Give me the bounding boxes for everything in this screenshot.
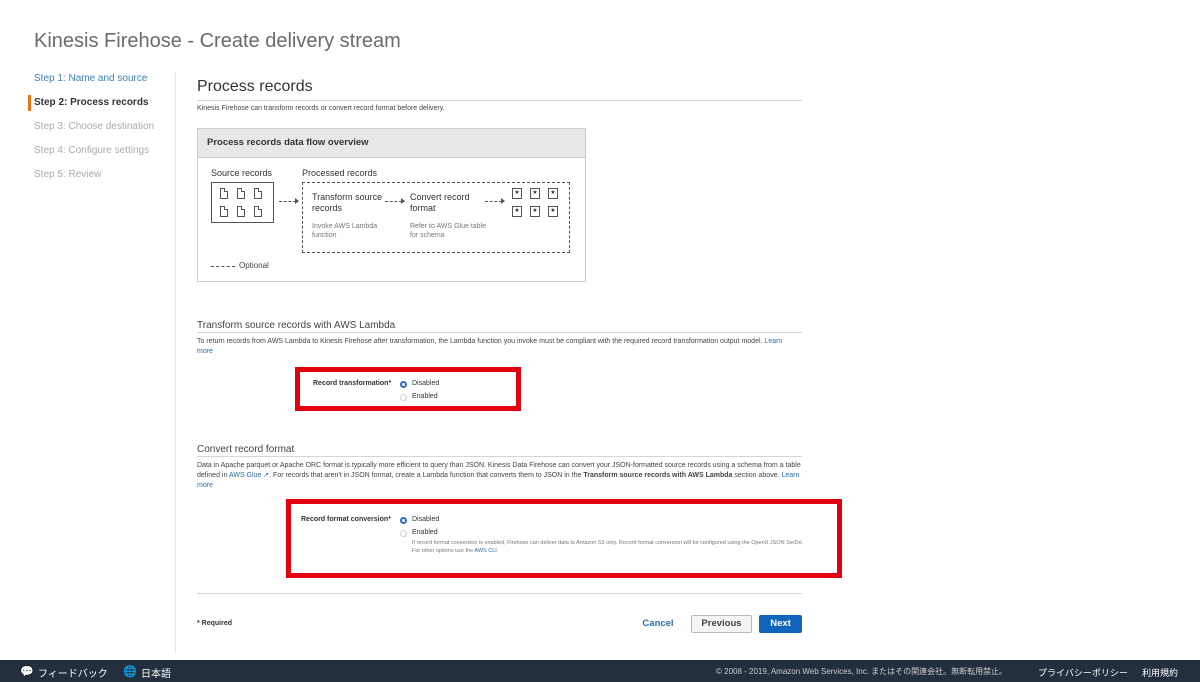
step-4: Step 4: Configure settings <box>34 145 150 156</box>
arrow-icon <box>485 201 502 202</box>
highlight-box <box>295 367 521 411</box>
transform-step-subtitle: Invoke AWS Lambda function <box>312 223 378 239</box>
record-transformation-disabled-radio[interactable] <box>400 381 407 388</box>
convert-divider <box>197 456 802 457</box>
step-1-link[interactable]: Step 1: Name and source <box>34 73 184 97</box>
record-format-enabled-radio[interactable] <box>400 530 407 537</box>
record-format-conversion-label: Record format conversion* <box>301 516 391 523</box>
convert-heading: Convert record format <box>197 444 295 455</box>
lambda-description: To return records from AWS Lambda to Kin… <box>197 337 797 357</box>
record-transformation-enabled-label: Enabled <box>412 393 438 400</box>
arrow-head-icon <box>295 198 299 204</box>
language-selector[interactable]: 日本語 <box>141 665 171 680</box>
arrow-head-icon <box>501 198 505 204</box>
form-divider <box>197 593 802 594</box>
data-flow-overview: Process records data flow overview Sourc… <box>197 128 586 282</box>
convert-desc-bold: Transform source records with AWS Lambda <box>583 472 733 479</box>
feedback-link[interactable]: フィードバック <box>38 665 108 680</box>
record-transformation-label: Record transformation* <box>313 380 392 387</box>
lambda-divider <box>197 332 802 333</box>
page-title: Kinesis Firehose - Create delivery strea… <box>34 30 401 52</box>
convert-step-subtitle: Refer to AWS Glue table for schema <box>410 223 486 239</box>
wizard-steps: Step 1: Name and source Step 2: Process … <box>28 73 184 193</box>
sidebar-divider <box>175 73 176 653</box>
arrow-icon <box>279 201 296 202</box>
terms-link[interactable]: 利用規約 <box>1142 666 1178 679</box>
convert-step-title: Convert record format <box>410 192 470 213</box>
arrow-icon <box>385 201 402 202</box>
section-intro: Kinesis Firehose can transform records o… <box>197 105 445 112</box>
lambda-description-text: To return records from AWS Lambda to Kin… <box>197 338 763 345</box>
record-format-note-end: . <box>496 548 499 554</box>
globe-icon: 🌐 <box>123 666 137 678</box>
aws-glue-link[interactable]: AWS Glue <box>229 472 261 479</box>
lambda-heading: Transform source records with AWS Lambda <box>197 320 396 331</box>
privacy-policy-link[interactable]: プライバシーポリシー <box>1038 666 1128 679</box>
section-divider <box>197 100 802 101</box>
processed-records-label: Processed records <box>302 168 378 178</box>
convert-desc-part-2: . For records that aren't in JSON format… <box>269 472 582 479</box>
previous-button[interactable]: Previous <box>691 615 752 633</box>
optional-legend-label: Optional <box>239 261 269 270</box>
aws-cli-link[interactable]: AWS CLI <box>474 548 496 554</box>
optional-legend-line <box>211 266 235 267</box>
cancel-button[interactable]: Cancel <box>636 615 680 633</box>
record-format-enabled-label: Enabled <box>412 529 438 536</box>
record-format-disabled-label: Disabled <box>412 516 440 523</box>
step-5: Step 5: Review <box>34 169 102 180</box>
required-note: * Required <box>197 620 233 627</box>
record-transformation-disabled-label: Disabled <box>412 380 440 387</box>
data-flow-title: Process records data flow overview <box>207 137 369 148</box>
record-format-note-text: If record format conversion is enabled, … <box>412 540 804 554</box>
feedback-icon: 💬 <box>20 666 34 678</box>
convert-description: Data in Apache parquet or Apache ORC for… <box>197 461 802 491</box>
section-title: Process records <box>197 78 313 95</box>
page-footer: 💬 フィードバック 🌐 日本語 © 2008 - 2019, Amazon We… <box>0 660 1200 682</box>
transform-step-title: Transform source records <box>312 192 383 213</box>
step-2-current: Step 2: Process records <box>28 95 184 121</box>
record-format-disabled-radio[interactable] <box>400 517 407 524</box>
copyright-text: © 2008 - 2019, Amazon Web Services, Inc.… <box>716 667 1008 676</box>
step-3: Step 3: Choose destination <box>34 121 155 132</box>
next-button[interactable]: Next <box>759 615 802 633</box>
processed-documents-icon: ★ ★ ★ ★ ★ ★ <box>511 187 563 223</box>
convert-desc-part-3: section above. <box>734 472 780 479</box>
source-records-icon <box>211 182 274 223</box>
data-flow-header: Process records data flow overview <box>198 129 585 158</box>
arrow-head-icon <box>401 198 405 204</box>
record-format-note: If record format conversion is enabled, … <box>412 539 812 555</box>
record-transformation-enabled-radio[interactable] <box>400 394 407 401</box>
source-records-label: Source records <box>211 168 273 178</box>
